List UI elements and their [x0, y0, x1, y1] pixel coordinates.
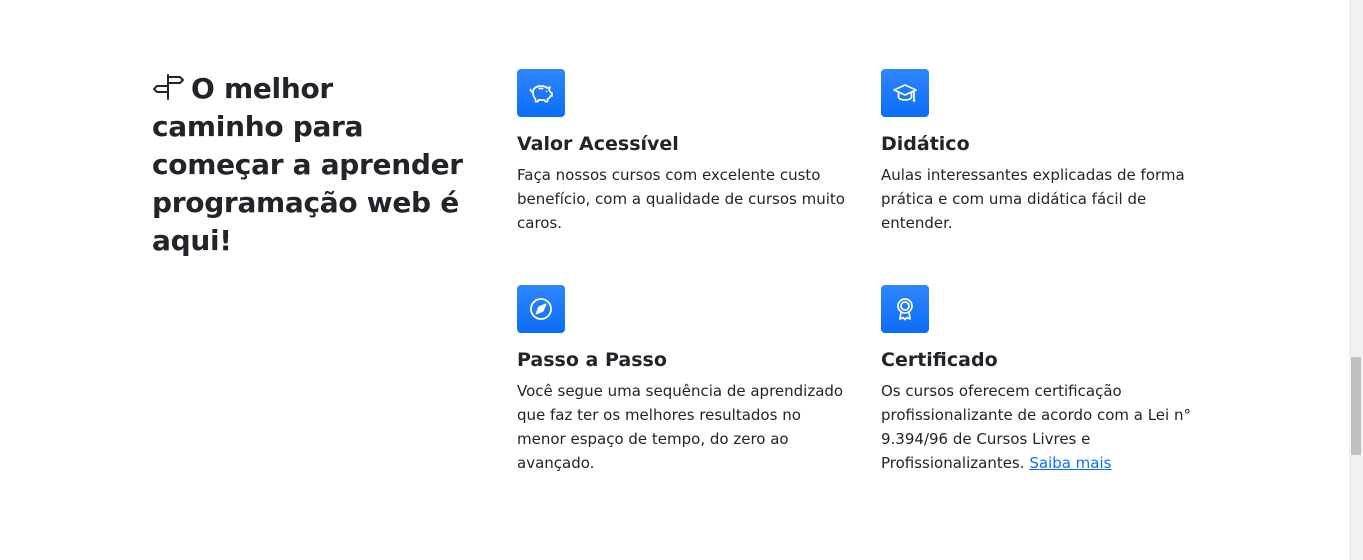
scrollbar-thumb[interactable]: [1351, 357, 1361, 455]
graduation-cap-icon: [881, 69, 929, 117]
feature-didatico: Didático Aulas interessantes explicadas …: [881, 69, 1211, 235]
section-heading: O melhor caminho para começar a aprender…: [152, 70, 472, 260]
saiba-mais-link[interactable]: Saiba mais: [1029, 454, 1111, 472]
feature-certificado: Certificado Os cursos oferecem certifica…: [881, 285, 1211, 475]
signpost-icon: [152, 73, 184, 101]
page-scrollbar[interactable]: [1349, 0, 1363, 560]
feature-description: Aulas interessantes explicadas de forma …: [881, 166, 1185, 232]
award-icon: [881, 285, 929, 333]
piggy-bank-icon: [517, 69, 565, 117]
feature-title: Valor Acessível: [517, 133, 679, 155]
feature-description: Você segue uma sequência de aprendizado …: [517, 382, 844, 472]
feature-title: Passo a Passo: [517, 349, 667, 371]
section-heading-text: O melhor caminho para começar a aprender…: [152, 72, 463, 257]
feature-description: Os cursos oferecem certificação profissi…: [881, 379, 1211, 475]
feature-passo-a-passo: Passo a Passo Você segue uma sequência d…: [517, 285, 847, 475]
feature-title: Certificado: [881, 349, 998, 371]
feature-description: Faça nossos cursos com excelente custo b…: [517, 166, 845, 232]
feature-valor-acessivel: Valor Acessível Faça nossos cursos com e…: [517, 69, 847, 235]
feature-title: Didático: [881, 133, 970, 155]
compass-icon: [517, 285, 565, 333]
features-section: O melhor caminho para começar a aprender…: [0, 0, 1363, 560]
